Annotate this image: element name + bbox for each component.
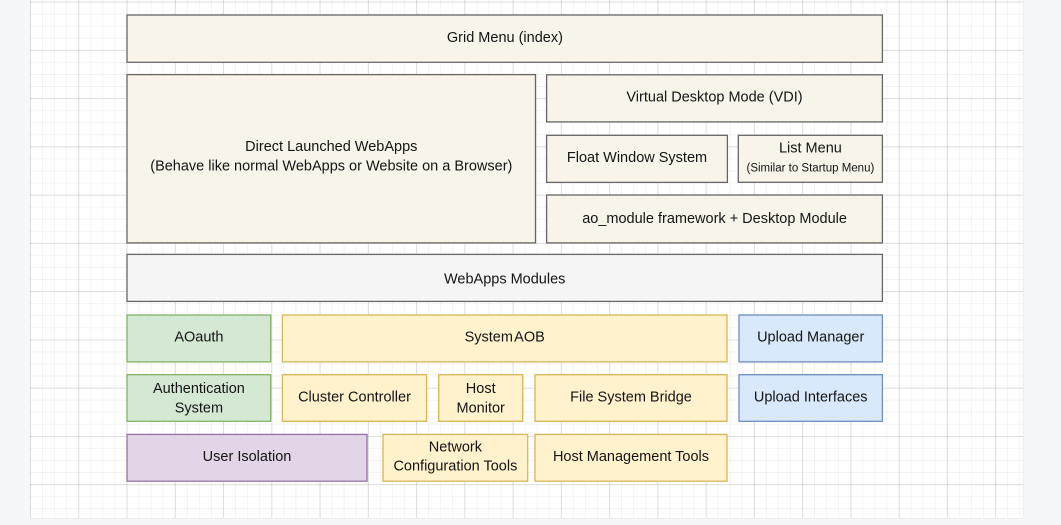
svg-text:Configuration Tools: Configuration Tools — [393, 459, 517, 475]
svg-text:Virtual Desktop Mode (VDI): Virtual Desktop Mode (VDI) — [626, 90, 802, 106]
svg-text:WebApps Modules: WebApps Modules — [444, 271, 565, 287]
svg-text:Float Window System: Float Window System — [567, 150, 707, 166]
svg-text:Authentication: Authentication — [153, 381, 245, 397]
svg-text:System AOB: System AOB — [465, 330, 545, 346]
svg-text:ao_module framework + Desktop: ao_module framework + Desktop Module — [582, 211, 847, 227]
svg-text:Host: Host — [466, 381, 496, 397]
svg-text:Network: Network — [429, 439, 483, 455]
svg-text:System: System — [175, 400, 223, 416]
svg-text:(Behave like normal WebApps or: (Behave like normal WebApps or Website o… — [150, 159, 512, 175]
svg-text:Monitor: Monitor — [457, 400, 506, 416]
svg-text:Upload Manager: Upload Manager — [757, 330, 864, 346]
svg-text:Cluster Controller: Cluster Controller — [298, 389, 411, 405]
svg-text:Grid Menu (index): Grid Menu (index) — [447, 30, 563, 46]
svg-text:List Menu: List Menu — [779, 141, 842, 157]
svg-text:Direct Launched WebApps: Direct Launched WebApps — [245, 139, 417, 155]
svg-text:Upload Interfaces: Upload Interfaces — [754, 389, 868, 405]
svg-text:User Isolation: User Isolation — [203, 449, 292, 465]
svg-text:File System Bridge: File System Bridge — [570, 389, 692, 405]
svg-text:(Similar to Startup Menu): (Similar to Startup Menu) — [746, 163, 874, 175]
svg-text:AOauth: AOauth — [174, 330, 223, 346]
svg-text:Host Management Tools: Host Management Tools — [553, 449, 709, 465]
